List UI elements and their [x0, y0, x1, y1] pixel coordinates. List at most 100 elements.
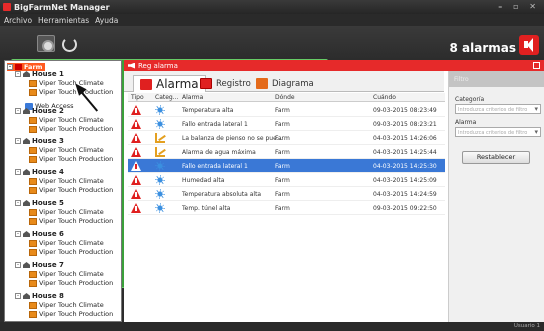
table-row[interactable]: Temperatura absoluta alta Farm 04-03-2015 …: [128, 187, 445, 201]
tree-item-device[interactable]: Viper Touch Production: [29, 217, 113, 225]
tab-registro[interactable]: Registro: [194, 75, 257, 92]
tree-item-device[interactable]: Viper Touch Climate: [29, 79, 104, 87]
col-categoria[interactable]: Categ...: [155, 94, 178, 101]
where-cell: Farm: [275, 107, 290, 114]
tab-label: Registro: [216, 78, 251, 89]
col-donde[interactable]: Dónde: [275, 94, 295, 101]
table-row[interactable]: Fallo entrada lateral 1 Farm 09-03-2015 08…: [128, 117, 445, 131]
menu-archivo[interactable]: Archivo: [4, 16, 32, 25]
category-filter-select[interactable]: Introduzca criterios de filtro: [455, 104, 541, 114]
tree-item-device[interactable]: Viper Touch Climate: [29, 301, 104, 309]
tree-item-label: Viper Touch Production: [39, 125, 114, 133]
col-cuando[interactable]: Cuándo: [373, 94, 396, 101]
device-icon: [29, 146, 37, 154]
window-controls[interactable]: – ▫ ✕: [498, 2, 540, 11]
tree-item-device[interactable]: Viper Touch Climate: [29, 116, 104, 124]
climate-icon: [155, 203, 165, 213]
table-header: Tipo Categ... Alarma Dónde Cuándo: [128, 93, 445, 102]
tree-item-house[interactable]: – House 4: [15, 168, 64, 176]
warning-mark: [135, 178, 137, 183]
col-alarma[interactable]: Alarma: [182, 94, 203, 101]
warning-mark: [135, 150, 137, 155]
tree-item-label: House 3: [32, 137, 64, 145]
device-icon: [29, 208, 37, 216]
tree-item-label: House 2: [32, 107, 64, 115]
collapse-icon[interactable]: –: [15, 108, 21, 114]
collapse-icon[interactable]: –: [15, 293, 21, 299]
where-cell: Farm: [275, 205, 290, 212]
table-row[interactable]: Alarma de agua máxima Farm 04-03-2015 14:2…: [128, 145, 445, 159]
alarm-cell: Temp. túnel alta: [182, 205, 231, 212]
tree-item-house[interactable]: – House 5: [15, 199, 64, 207]
alarm-speaker-icon[interactable]: [519, 35, 539, 55]
alarm-filter-select[interactable]: Introduzca criterios de filtro: [455, 127, 541, 137]
table-row[interactable]: La balanza de pienso no se pue... Farm 04-…: [128, 131, 445, 145]
collapse-icon[interactable]: –: [15, 231, 21, 237]
tree-item-house[interactable]: – House 8: [15, 292, 64, 300]
camera-icon[interactable]: [37, 35, 55, 52]
menu-ayuda[interactable]: Ayuda: [95, 16, 118, 25]
tree-item-house[interactable]: – House 2: [15, 107, 64, 115]
tab-diagrama[interactable]: Diagrama: [250, 75, 320, 92]
tree-item-label: Viper Touch Production: [39, 155, 114, 163]
warning-mark: [135, 206, 137, 211]
refresh-icon[interactable]: [60, 35, 78, 52]
tree-item-device[interactable]: Viper Touch Production: [29, 186, 113, 194]
collapse-icon[interactable]: –: [15, 262, 21, 268]
house-icon: [23, 231, 30, 237]
when-cell: 04-03-2015 14:26:06: [373, 135, 437, 142]
collapse-icon[interactable]: –: [15, 200, 21, 206]
climate-icon: [155, 105, 165, 115]
tree-item-device[interactable]: Viper Touch Climate: [29, 208, 104, 216]
tree-item-label: Viper Touch Production: [39, 186, 114, 194]
device-icon: [29, 88, 37, 96]
device-icon: [29, 301, 37, 309]
device-icon: [29, 155, 37, 163]
panel-title: Reg alarma: [138, 61, 178, 70]
tree-item-device[interactable]: Viper Touch Production: [29, 88, 113, 96]
tree-item-device[interactable]: Viper Touch Production: [29, 279, 113, 287]
alarm-cell: Temperatura absoluta alta: [182, 191, 262, 198]
climate-icon: [155, 175, 165, 185]
tree-item-device[interactable]: Viper Touch Climate: [29, 146, 104, 154]
tree-item-label: House 8: [32, 292, 64, 300]
where-cell: Farm: [275, 177, 290, 184]
tree-item-label: Viper Touch Climate: [39, 146, 104, 154]
tree-item-label: Viper Touch Production: [39, 279, 114, 287]
collapse-icon[interactable]: –: [15, 71, 21, 77]
device-icon: [29, 270, 37, 278]
alarm-count: 8 alarmas: [449, 41, 517, 55]
tree-item-house[interactable]: – House 6: [15, 230, 64, 238]
table-row[interactable]: Humedad alta Farm 04-03-2015 14:25:09: [128, 173, 445, 187]
table-row[interactable]: Temp. túnel alta Farm 09-03-2015 09:22:50: [128, 201, 445, 215]
title-bar: BigFarmNet Manager – ▫ ✕: [0, 0, 544, 14]
collapse-icon[interactable]: –: [15, 169, 21, 175]
house-icon: [23, 169, 30, 175]
tree-item-device[interactable]: Viper Touch Production: [29, 125, 113, 133]
house-icon: [23, 262, 30, 268]
device-icon: [29, 116, 37, 124]
collapse-icon[interactable]: –: [7, 64, 13, 70]
tree-item-device[interactable]: Viper Touch Production: [29, 248, 113, 256]
table-row[interactable]: Temperatura alta Farm 09-03-2015 08:23:49: [128, 103, 445, 117]
tree-item-device[interactable]: Viper Touch Climate: [29, 239, 104, 247]
device-icon: [29, 279, 37, 287]
warning-mark: [135, 192, 137, 197]
tree-item-house[interactable]: – House 1: [15, 70, 64, 78]
tree-item-device[interactable]: Viper Touch Production: [29, 155, 113, 163]
menu-herramientas[interactable]: Herramientas: [38, 16, 89, 25]
tree-item-device[interactable]: Viper Touch Production: [29, 310, 113, 318]
tree-item-label: House 6: [32, 230, 64, 238]
tree-item-label: Viper Touch Production: [39, 248, 114, 256]
col-tipo[interactable]: Tipo: [131, 94, 144, 101]
tree-item-house[interactable]: – House 7: [15, 261, 64, 269]
tree-item-device[interactable]: Viper Touch Climate: [29, 270, 104, 278]
device-icon: [29, 79, 37, 87]
collapse-icon[interactable]: –: [15, 138, 21, 144]
tab-bar: Alarma Registro Diagrama: [124, 71, 444, 92]
tree-item-device[interactable]: Viper Touch Climate: [29, 177, 104, 185]
reset-button[interactable]: Restablecer: [462, 151, 530, 164]
table-row[interactable]: Fallo entrada lateral 1 Farm 04-03-2015 14…: [128, 159, 445, 173]
maximize-icon[interactable]: [533, 62, 540, 69]
tree-item-house[interactable]: – House 3: [15, 137, 64, 145]
